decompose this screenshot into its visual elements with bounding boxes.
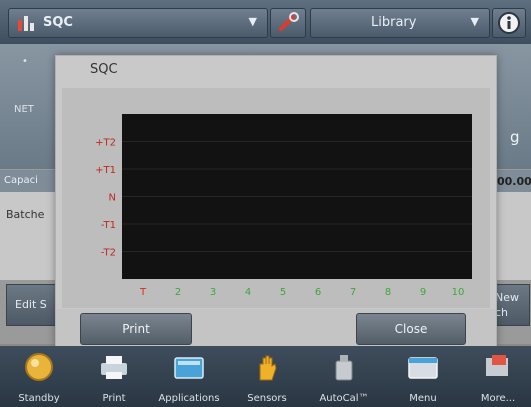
net-indicator-dot: • [22, 56, 28, 67]
sensors-nav-button[interactable]: Sensors [236, 348, 298, 406]
y-tick-label: N [109, 193, 116, 204]
menu-nav-button[interactable]: Menu [392, 348, 454, 406]
unit-label: g [510, 128, 520, 146]
applications-label: Applications [158, 393, 220, 404]
library-dropdown[interactable]: Library ▼ [310, 8, 490, 38]
printer-icon [101, 356, 127, 379]
capacity-label: Capaci [4, 175, 38, 186]
x-tick-label: 6 [315, 287, 321, 298]
menu-label: Menu [409, 393, 437, 404]
sqc-chart-dialog: SQC +T2 +T1 N -T1 -T2 T 2 3 4 5 6 7 8 9 10 Print Clos… [55, 55, 497, 347]
library-label: Library [371, 15, 417, 30]
menu-window-icon [408, 357, 438, 379]
more-nav-button[interactable]: More... [467, 348, 529, 406]
x-tick-label: 7 [350, 287, 356, 298]
top-bar: SQC ▼ Library ▼ [0, 0, 531, 44]
standby-nav-button[interactable]: Standby [8, 348, 70, 406]
standby-icon [25, 353, 53, 381]
x-tick-label: 3 [210, 287, 216, 298]
autocal-label: AutoCal™ [319, 393, 369, 404]
applications-icon [174, 357, 204, 379]
x-tick-label: 10 [452, 287, 465, 298]
y-axis-labels: +T2 +T1 N -T1 -T2 [95, 138, 116, 259]
net-label: NET [14, 104, 34, 115]
x-tick-label: T [139, 287, 147, 298]
application-dropdown[interactable]: SQC ▼ [8, 8, 268, 38]
close-button[interactable]: Close [356, 313, 466, 345]
y-tick-label: +T2 [95, 138, 116, 149]
autocal-weight-icon [335, 355, 353, 381]
x-tick-label: 8 [385, 287, 391, 298]
y-tick-label: -T2 [101, 248, 116, 259]
print-nav-label: Print [102, 393, 126, 404]
chevron-down-icon: ▼ [248, 15, 257, 28]
chart-panel: +T2 +T1 N -T1 -T2 T 2 3 4 5 6 7 8 9 10 [62, 88, 490, 308]
edit-button-label: Edit S [15, 298, 47, 311]
sensor-hand-icon [259, 355, 277, 381]
y-tick-label: -T1 [101, 220, 116, 231]
autocal-nav-button[interactable]: AutoCal™ [313, 348, 375, 406]
x-axis-labels: T 2 3 4 5 6 7 8 9 10 [139, 287, 464, 298]
more-label: More... [480, 393, 516, 404]
dialog-footer: Print Close [56, 309, 496, 346]
standby-label: Standby [18, 393, 60, 404]
y-tick-label: +T1 [95, 165, 116, 176]
chevron-down-icon: ▼ [470, 15, 479, 28]
applications-nav-button[interactable]: Applications [158, 348, 220, 406]
print-nav-button[interactable]: Print [83, 348, 145, 406]
bar-chart-app-icon [18, 16, 34, 31]
sensors-label: Sensors [247, 393, 287, 404]
info-button[interactable] [492, 8, 526, 38]
sqc-control-chart: +T2 +T1 N -T1 -T2 T 2 3 4 5 6 7 8 9 10 [95, 114, 472, 298]
print-button[interactable]: Print [80, 313, 192, 345]
app-settings-button[interactable] [270, 8, 306, 38]
x-tick-label: 9 [420, 287, 426, 298]
info-icon [498, 12, 520, 34]
new-button-label: New [495, 291, 519, 304]
capacity-value: 00.00 [497, 175, 531, 188]
x-tick-label: 4 [245, 287, 251, 298]
x-tick-label: 2 [175, 287, 181, 298]
more-icon [486, 355, 508, 376]
x-tick-label: 5 [280, 287, 286, 298]
bottom-navigation-bar: Standby Print Applications Sensors AutoC… [0, 346, 531, 407]
wrench-icon [279, 12, 299, 31]
application-name: SQC [43, 15, 73, 30]
batches-label: Batche [6, 208, 45, 221]
dialog-title: SQC [90, 62, 118, 77]
